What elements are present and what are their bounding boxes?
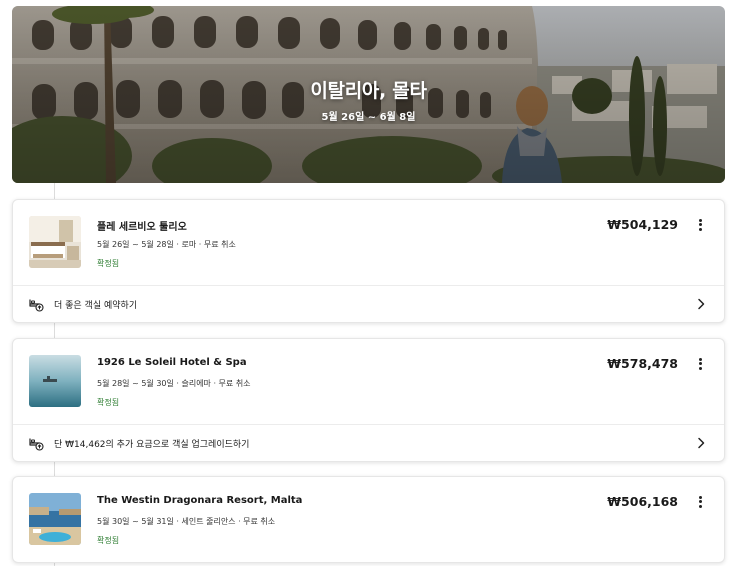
hotel-name[interactable]: 1926 Le Soleil Hotel & Spa — [97, 357, 247, 368]
booking-card[interactable]: The Westin Dragonara Resort, Malta 5월 30… — [12, 476, 725, 563]
more-vertical-icon[interactable] — [692, 217, 708, 233]
more-vertical-icon[interactable] — [692, 356, 708, 372]
upsell-label: 더 좋은 객실 예약하기 — [54, 301, 138, 311]
booking-details: 5월 26일 ~ 5월 28일 · 로마 · 무료 취소 — [97, 240, 236, 249]
bed-upgrade-icon — [29, 299, 44, 312]
booking-card[interactable]: 1926 Le Soleil Hotel & Spa 5월 28일 ~ 5월 3… — [12, 338, 725, 462]
booking-price: ₩504,129 — [607, 217, 678, 232]
booking-price: ₩506,168 — [607, 494, 678, 509]
more-vertical-icon[interactable] — [692, 494, 708, 510]
upsell-link[interactable]: 더 좋은 객실 예약하기 — [13, 285, 724, 322]
trip-hero-banner: 이탈리아, 몰타 5월 26일 ~ 6월 8일 — [12, 6, 725, 183]
hotel-thumbnail — [29, 355, 81, 407]
chevron-right-icon — [698, 437, 705, 449]
booking-status: 확정됨 — [97, 536, 120, 545]
hotel-name[interactable]: 플레 세르비오 툴리오 — [97, 218, 187, 233]
booking-summary[interactable]: 플레 세르비오 툴리오 5월 26일 ~ 5월 28일 · 로마 · 무료 취소… — [13, 200, 724, 285]
trip-title: 이탈리아, 몰타 — [310, 80, 427, 102]
bed-upgrade-icon — [29, 438, 44, 451]
chevron-right-icon — [698, 298, 705, 310]
booking-summary[interactable]: 1926 Le Soleil Hotel & Spa 5월 28일 ~ 5월 3… — [13, 339, 724, 424]
booking-card[interactable]: 플레 세르비오 툴리오 5월 26일 ~ 5월 28일 · 로마 · 무료 취소… — [12, 199, 725, 323]
booking-details: 5월 28일 ~ 5월 30일 · 슬리에마 · 무료 취소 — [97, 379, 251, 388]
hotel-thumbnail — [29, 493, 81, 545]
trip-dates: 5월 26일 ~ 6월 8일 — [321, 112, 416, 123]
booking-price: ₩578,478 — [607, 356, 678, 371]
upsell-label: 단 ₩14,462의 추가 요금으로 객실 업그레이드하기 — [54, 440, 250, 450]
hotel-thumbnail — [29, 216, 81, 268]
booking-summary[interactable]: The Westin Dragonara Resort, Malta 5월 30… — [13, 477, 724, 562]
booking-status: 확정됨 — [97, 398, 120, 407]
booking-status: 확정됨 — [97, 259, 120, 268]
booking-details: 5월 30일 ~ 5월 31일 · 세인트 줄리안스 · 무료 취소 — [97, 517, 276, 526]
hotel-name[interactable]: The Westin Dragonara Resort, Malta — [97, 495, 302, 506]
upsell-link[interactable]: 단 ₩14,462의 추가 요금으로 객실 업그레이드하기 — [13, 424, 724, 461]
